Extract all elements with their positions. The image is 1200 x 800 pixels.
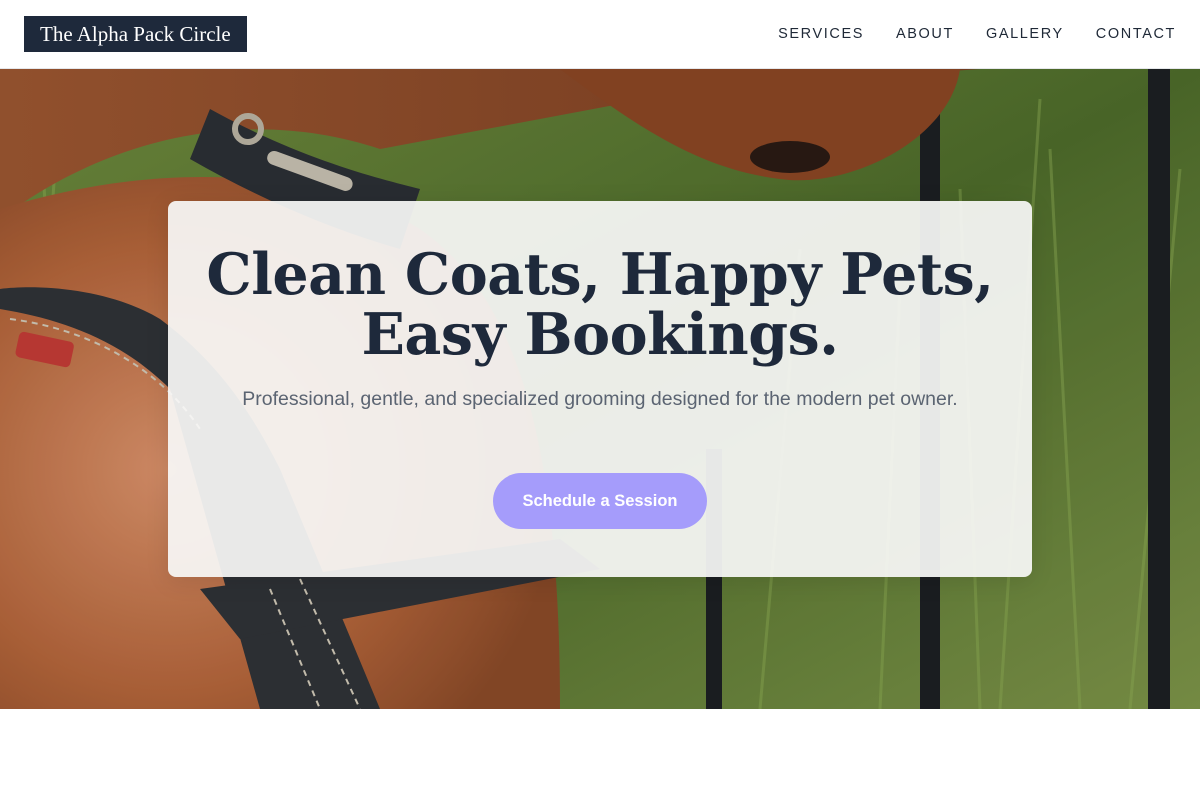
hero-section: Clean Coats, Happy Pets, Easy Bookings. … — [0, 69, 1200, 709]
hero-headline-line-2: Easy Bookings. — [361, 301, 839, 368]
top-navigation-bar: The Alpha Pack Circle SERVICES ABOUT GAL… — [0, 0, 1200, 69]
hero-headline: Clean Coats, Happy Pets, Easy Bookings. — [168, 245, 1032, 365]
nav-link-services[interactable]: SERVICES — [778, 26, 864, 42]
main-nav: SERVICES ABOUT GALLERY CONTACT — [746, 26, 1176, 42]
nav-link-about[interactable]: ABOUT — [896, 26, 954, 42]
nav-link-gallery[interactable]: GALLERY — [986, 26, 1064, 42]
hero-headline-line-1: Clean Coats, Happy Pets, — [206, 241, 994, 308]
hero-subtext: Professional, gentle, and specialized gr… — [242, 388, 958, 410]
content-area-below-hero — [0, 709, 1200, 800]
nav-link-contact[interactable]: CONTACT — [1096, 26, 1176, 42]
schedule-session-button[interactable]: Schedule a Session — [493, 473, 707, 529]
site-logo[interactable]: The Alpha Pack Circle — [24, 16, 247, 52]
hero-card: Clean Coats, Happy Pets, Easy Bookings. … — [168, 201, 1032, 577]
